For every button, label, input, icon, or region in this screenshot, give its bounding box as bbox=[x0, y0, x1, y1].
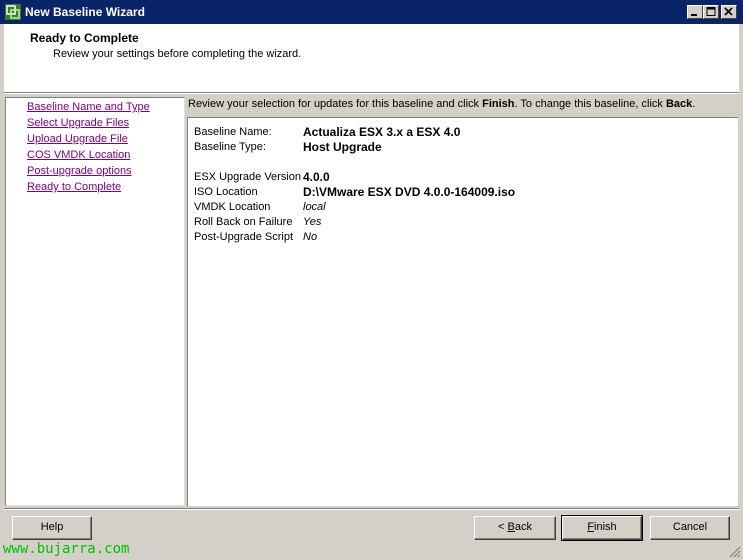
nav-step-upload-upgrade-file[interactable]: Upload Upgrade File bbox=[27, 133, 128, 145]
finish-button-rest: inish bbox=[594, 521, 617, 533]
back-button-prefix: < bbox=[498, 521, 508, 533]
header-divider bbox=[4, 93, 739, 94]
post-script-label: Post-Upgrade Script bbox=[194, 231, 294, 243]
nav-step-post-upgrade-options[interactable]: Post-upgrade options bbox=[27, 165, 132, 177]
iso-location-value: D:\VMware ESX DVD 4.0.0-164009.iso bbox=[303, 185, 516, 199]
help-button[interactable]: Help bbox=[12, 516, 92, 540]
esx-version-label: ESX Upgrade Version bbox=[194, 171, 302, 183]
maximize-button[interactable] bbox=[703, 5, 719, 19]
back-button-rest: ack bbox=[514, 521, 532, 533]
page-subtitle: Review your settings before completing t… bbox=[53, 48, 302, 60]
nav-step-cos-vmdk-location[interactable]: COS VMDK Location bbox=[27, 149, 130, 161]
resize-grip-icon[interactable] bbox=[727, 544, 741, 558]
summary-panel: Baseline Name: Actualiza ESX 3.x a ESX 4… bbox=[187, 117, 738, 506]
instructions-part2: . To change this baseline, click bbox=[514, 98, 666, 110]
baseline-type-label: Baseline Type: bbox=[194, 141, 266, 153]
window-title: New Baseline Wizard bbox=[25, 5, 145, 19]
baseline-name-label: Baseline Name: bbox=[194, 126, 272, 138]
minimize-icon bbox=[691, 14, 697, 16]
vmdk-location-label: VMDK Location bbox=[194, 201, 271, 213]
instructions-finish-word: Finish bbox=[482, 98, 515, 110]
wizard-steps-nav: Baseline Name and Type Select Upgrade Fi… bbox=[5, 97, 185, 506]
instructions-text: Review your selection for updates for th… bbox=[185, 97, 739, 117]
cancel-button-label: Cancel bbox=[672, 521, 708, 533]
post-script-value: No bbox=[303, 231, 318, 243]
nav-step-select-upgrade-files[interactable]: Select Upgrade Files bbox=[27, 117, 129, 129]
baseline-type-value: Host Upgrade bbox=[303, 140, 382, 154]
back-button[interactable]: < Back bbox=[474, 516, 556, 540]
title-bar[interactable]: New Baseline Wizard bbox=[0, 0, 743, 24]
rollback-value: Yes bbox=[303, 216, 322, 228]
help-button-label: Help bbox=[40, 521, 64, 533]
nav-step-ready-to-complete[interactable]: Ready to Complete bbox=[27, 181, 121, 193]
vmware-app-icon bbox=[5, 4, 21, 20]
footer-divider-highlight bbox=[4, 509, 739, 510]
instructions-part3: . bbox=[692, 98, 696, 110]
rollback-label: Roll Back on Failure bbox=[194, 216, 293, 228]
watermark: www.bujarra.com bbox=[3, 541, 130, 557]
page-title: Ready to Complete bbox=[30, 31, 139, 45]
instructions-part1: Review your selection for updates for th… bbox=[188, 98, 483, 110]
close-icon bbox=[724, 7, 733, 16]
vmdk-location-value: local bbox=[303, 201, 326, 213]
maximize-icon bbox=[706, 7, 716, 16]
nav-step-baseline-name-type[interactable]: Baseline Name and Type bbox=[27, 101, 150, 113]
iso-location-label: ISO Location bbox=[194, 186, 258, 198]
back-button-accel: B bbox=[507, 521, 515, 533]
finish-button[interactable]: Finish bbox=[561, 515, 643, 541]
close-button[interactable] bbox=[721, 5, 737, 19]
cancel-button[interactable]: Cancel bbox=[650, 516, 730, 540]
baseline-name-value: Actualiza ESX 3.x a ESX 4.0 bbox=[303, 125, 461, 139]
esx-version-value: 4.0.0 bbox=[303, 170, 330, 184]
wizard-header: Ready to Complete Review your settings b… bbox=[4, 24, 739, 93]
instructions-back-word: Back bbox=[665, 98, 693, 110]
minimize-button[interactable] bbox=[687, 5, 703, 19]
